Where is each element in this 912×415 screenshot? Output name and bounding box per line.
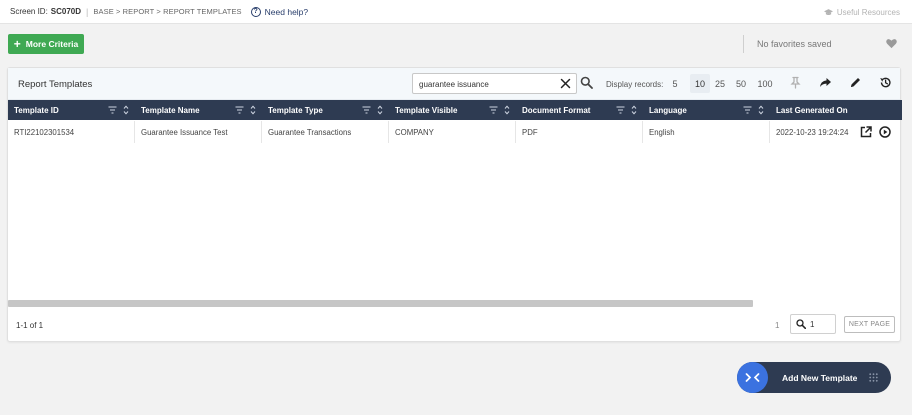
page-size-5[interactable]: 5 [668, 74, 682, 93]
expand-toggle-button[interactable] [737, 362, 768, 393]
column-template-visible: Template Visible [389, 100, 516, 120]
cell-last-generated-on: 2022-10-23 19:24:24 [776, 127, 849, 137]
cell-language: English [643, 121, 770, 143]
page-size-10[interactable]: 10 [690, 74, 710, 93]
help-label: Need help? [264, 6, 309, 17]
graduation-cap-icon [823, 9, 833, 16]
column-label: Template Name [141, 105, 200, 115]
column-label: Template Visible [395, 105, 458, 115]
more-criteria-button[interactable]: + More Criteria [8, 34, 84, 54]
cell-template-type: Guarantee Transactions [262, 121, 389, 143]
card-header: Report Templates Display records: 5 10 2… [8, 68, 900, 100]
column-label: Last Generated On [776, 105, 848, 115]
record-count: 1-1 of 1 [16, 321, 44, 330]
chevrons-icon [745, 373, 760, 382]
search-input[interactable] [419, 77, 549, 91]
page-jump-box [790, 314, 836, 334]
column-template-id: Template ID [8, 100, 135, 120]
open-external-icon[interactable] [860, 126, 872, 138]
search-box [412, 73, 577, 94]
column-label: Language [649, 105, 687, 115]
column-label: Template ID [14, 105, 59, 115]
screen-id-label: Screen ID: [10, 7, 48, 16]
divider [743, 35, 744, 53]
history-icon[interactable] [879, 76, 892, 89]
page-size-25[interactable]: 25 [712, 74, 728, 93]
column-template-name: Template Name [135, 100, 262, 120]
add-new-template-bar[interactable]: Add New Template [737, 362, 891, 393]
question-icon: ? [250, 6, 261, 17]
column-last-generated-on: Last Generated On [770, 100, 902, 120]
cell-template-visible: COMPANY [389, 121, 516, 143]
column-label: Template Type [268, 105, 323, 115]
column-label: Document Format [522, 105, 591, 115]
cell-document-format: PDF [516, 121, 643, 143]
screen-id: SC070D [50, 7, 82, 16]
page-size-100[interactable]: 100 [754, 74, 776, 93]
filter-icon[interactable] [362, 106, 371, 114]
drag-handle-icon[interactable] [869, 373, 878, 382]
heart-icon[interactable] [886, 38, 897, 49]
cell-template-id: RTI22102301534 [8, 121, 135, 143]
add-new-template-label: Add New Template [782, 373, 858, 383]
page-jump-input[interactable] [810, 319, 832, 330]
sort-icon[interactable] [377, 105, 383, 115]
pin-icon[interactable] [789, 76, 802, 89]
more-criteria-label: More Criteria [25, 39, 79, 49]
filter-icon[interactable] [489, 106, 498, 114]
filter-icon[interactable] [235, 106, 244, 114]
useful-resources-link[interactable]: Useful Resources [823, 8, 900, 17]
pencil-icon[interactable] [849, 76, 862, 89]
horizontal-scrollbar[interactable] [8, 300, 753, 307]
next-page-button[interactable]: NEXT PAGE [844, 316, 895, 333]
divider: | [86, 6, 89, 17]
filter-icon[interactable] [108, 106, 117, 114]
sort-icon[interactable] [631, 105, 637, 115]
top-bar: Screen ID: SC070D | BASE > REPORT > REPO… [0, 0, 912, 24]
column-language: Language [643, 100, 770, 120]
clear-icon[interactable] [560, 78, 571, 89]
table-header: Template ID Template Name Template Type … [8, 100, 902, 120]
sort-icon[interactable] [250, 105, 256, 115]
report-templates-card: Report Templates Display records: 5 10 2… [7, 67, 902, 342]
card-title: Report Templates [18, 79, 93, 90]
sort-icon[interactable] [123, 105, 129, 115]
current-page-number: 1 [775, 321, 780, 330]
share-icon[interactable] [819, 76, 832, 89]
plus-icon: + [13, 37, 21, 51]
sort-icon[interactable] [758, 105, 764, 115]
play-icon[interactable] [879, 126, 891, 138]
filter-icon[interactable] [743, 106, 752, 114]
no-favorites-text: No favorites saved [757, 39, 832, 49]
help-link[interactable]: ? Need help? [250, 6, 309, 17]
column-template-type: Template Type [262, 100, 389, 120]
filter-icon[interactable] [616, 106, 625, 114]
page-size-50[interactable]: 50 [733, 74, 749, 93]
useful-resources-label: Useful Resources [836, 8, 900, 17]
sort-icon[interactable] [504, 105, 510, 115]
column-document-format: Document Format [516, 100, 643, 120]
search-icon[interactable] [580, 76, 593, 89]
table-row[interactable]: RTI22102301534 Guarantee Issuance Test G… [8, 121, 902, 143]
cell-template-name: Guarantee Issuance Test [135, 121, 262, 143]
search-icon [796, 319, 806, 329]
breadcrumb: BASE > REPORT > REPORT TEMPLATES [93, 7, 242, 16]
display-records-label: Display records: [606, 80, 664, 89]
